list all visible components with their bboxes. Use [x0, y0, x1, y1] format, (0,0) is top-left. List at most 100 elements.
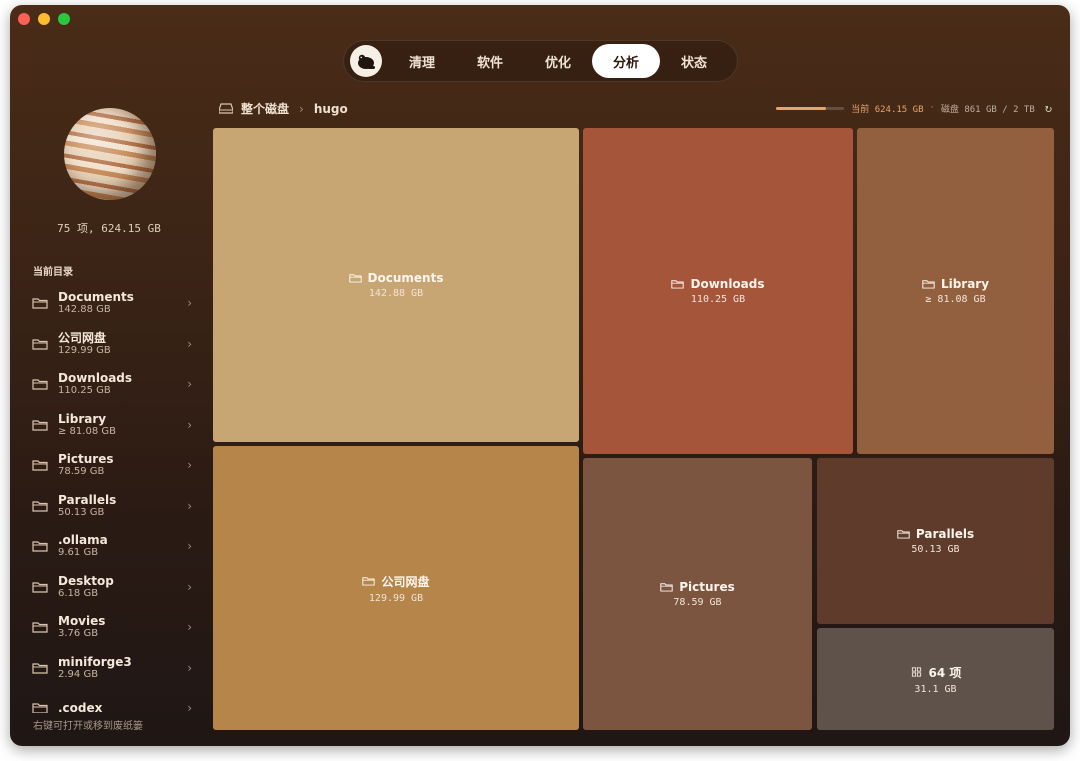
dir-size: ≥ 81.08 GB [58, 425, 116, 437]
tile-size: 31.1 GB [914, 683, 957, 695]
dir-size: 3.76 GB [58, 628, 99, 640]
dir-text: Pictures 78.59 GB [58, 452, 114, 478]
app-logo-icon[interactable] [350, 45, 382, 77]
close-button[interactable] [18, 13, 30, 25]
breadcrumb-root[interactable]: 整个磁盘 [241, 100, 289, 117]
refresh-icon[interactable]: ↻ [1045, 101, 1052, 115]
tile-label: Documents [367, 271, 444, 285]
folder-icon [32, 662, 58, 674]
dir-size: 110.25 GB [58, 385, 111, 397]
tile-size: 142.88 GB [368, 288, 424, 299]
sidebar-item[interactable]: Downloads 110.25 GB › [24, 364, 196, 405]
breadcrumb: 整个磁盘 › hugo [219, 100, 348, 117]
sidebar-item[interactable]: .ollama 9.61 GB › [24, 526, 196, 567]
dir-text: Movies 3.76 GB [58, 614, 105, 640]
folder-icon [32, 297, 58, 309]
dir-name: .ollama [58, 533, 108, 548]
tile-size: 110.25 GB [690, 294, 746, 305]
folder-icon [671, 280, 685, 289]
chevron-right-icon[interactable]: › [187, 458, 192, 472]
grid-icon [911, 667, 921, 677]
directory-list: Documents 142.88 GB › 公司网盘 129.99 GB › Downloa… [24, 283, 196, 713]
sidebar-item[interactable]: Desktop 6.18 GB › [24, 567, 196, 608]
folder-icon [922, 280, 935, 289]
chevron-right-icon[interactable]: › [187, 580, 192, 594]
dir-text: Documents 142.88 GB [58, 290, 134, 316]
chevron-right-icon[interactable]: › [187, 337, 192, 351]
folder-icon [32, 702, 58, 713]
dir-name: .codex [58, 701, 103, 713]
window-controls [18, 13, 70, 25]
dir-size: 2.94 GB [58, 668, 99, 680]
sidebar-item[interactable]: Library ≥ 81.08 GB › [24, 405, 196, 446]
tile-name: Downloads [671, 277, 765, 291]
dir-name: Library [58, 411, 107, 426]
dir-size: 129.99 GB [58, 344, 111, 356]
tile-size: ≥ 81.08 GB [925, 294, 986, 305]
dir-name: Parallels [58, 492, 117, 507]
tab-status[interactable]: 状态 [660, 44, 728, 78]
tab-optimize[interactable]: 优化 [524, 44, 592, 78]
minimize-button[interactable] [38, 13, 50, 25]
dir-name: Movies [58, 614, 106, 629]
app-window: 清理 软件 优化 分析 状态 75 项, 624.15 GB 当前目录 Docu… [10, 5, 1070, 746]
folder-icon [32, 500, 58, 512]
sidebar-item[interactable]: Documents 142.88 GB › [24, 283, 196, 324]
treemap-tile[interactable]: 公司网盘 129.99 GB [213, 446, 579, 730]
usage-bar-fill [776, 106, 826, 110]
current-usage: 当前 624.15 GB [851, 104, 924, 115]
folder-icon [362, 577, 376, 586]
folder-icon [32, 540, 58, 552]
tile-label: Downloads [690, 277, 765, 291]
tab-clean[interactable]: 清理 [388, 44, 456, 78]
folder-icon [897, 530, 910, 539]
dir-text: Downloads 110.25 GB [58, 371, 132, 397]
tile-name: Documents [348, 271, 444, 285]
chevron-right-icon[interactable]: › [187, 539, 192, 553]
separator-dot: · [929, 103, 935, 113]
treemap-tile[interactable]: 64 项 31.1 GB [817, 628, 1054, 730]
treemap-tile[interactable]: Documents 142.88 GB [213, 128, 579, 442]
chevron-right-icon[interactable]: › [187, 418, 192, 432]
sidebar: 75 项, 624.15 GB 当前目录 Documents 142.88 GB ›… [10, 95, 208, 746]
sidebar-item[interactable]: .codex › [24, 688, 196, 713]
dir-size: 9.61 GB [58, 547, 99, 559]
tab-analyze[interactable]: 分析 [592, 44, 660, 78]
chevron-right-icon[interactable]: › [187, 620, 192, 634]
treemap-tile[interactable]: Library ≥ 81.08 GB [857, 128, 1054, 454]
treemap-tile[interactable]: Pictures 78.59 GB [583, 458, 812, 730]
tab-apps[interactable]: 软件 [456, 44, 524, 78]
chevron-right-icon[interactable]: › [187, 377, 192, 391]
zoom-button[interactable] [58, 13, 70, 25]
folder-icon [32, 419, 58, 431]
folder-icon [32, 378, 58, 390]
planet-illustration [64, 108, 156, 200]
dir-text: .ollama 9.61 GB [58, 533, 108, 559]
dir-text: Parallels 50.13 GB [58, 493, 116, 519]
sidebar-item[interactable]: Pictures 78.59 GB › [24, 445, 196, 486]
section-label-current-dir: 当前目录 [33, 267, 73, 278]
dir-name: 公司网盘 [58, 330, 107, 345]
dir-size: 50.13 GB [58, 506, 105, 518]
item-summary: 75 项, 624.15 GB [57, 222, 161, 235]
treemap-tile[interactable]: Parallels 50.13 GB [817, 458, 1054, 624]
tile-name: 公司网盘 [362, 573, 430, 590]
dir-size: 78.59 GB [58, 466, 105, 478]
tile-label: 64 项 [928, 665, 962, 680]
sidebar-item[interactable]: miniforge3 2.94 GB › [24, 648, 196, 689]
chevron-right-icon[interactable]: › [187, 701, 192, 713]
chevron-right-icon[interactable]: › [187, 661, 192, 675]
sidebar-item[interactable]: 公司网盘 129.99 GB › [24, 324, 196, 365]
chevron-right-icon[interactable]: › [187, 296, 192, 310]
dir-name: Pictures [58, 452, 114, 467]
sidebar-item[interactable]: Movies 3.76 GB › [24, 607, 196, 648]
treemap-tile[interactable]: Downloads 110.25 GB [583, 128, 853, 454]
dir-text: Desktop 6.18 GB [58, 574, 114, 600]
dir-name: Documents [58, 290, 134, 305]
breadcrumb-current[interactable]: hugo [314, 102, 348, 116]
sidebar-item[interactable]: Parallels 50.13 GB › [24, 486, 196, 527]
dir-text: 公司网盘 129.99 GB [58, 331, 111, 357]
disk-usage-label: 磁盘 861 GB / 2 TB [940, 104, 1035, 115]
tile-name: 64 项 [910, 664, 962, 681]
chevron-right-icon[interactable]: › [187, 499, 192, 513]
